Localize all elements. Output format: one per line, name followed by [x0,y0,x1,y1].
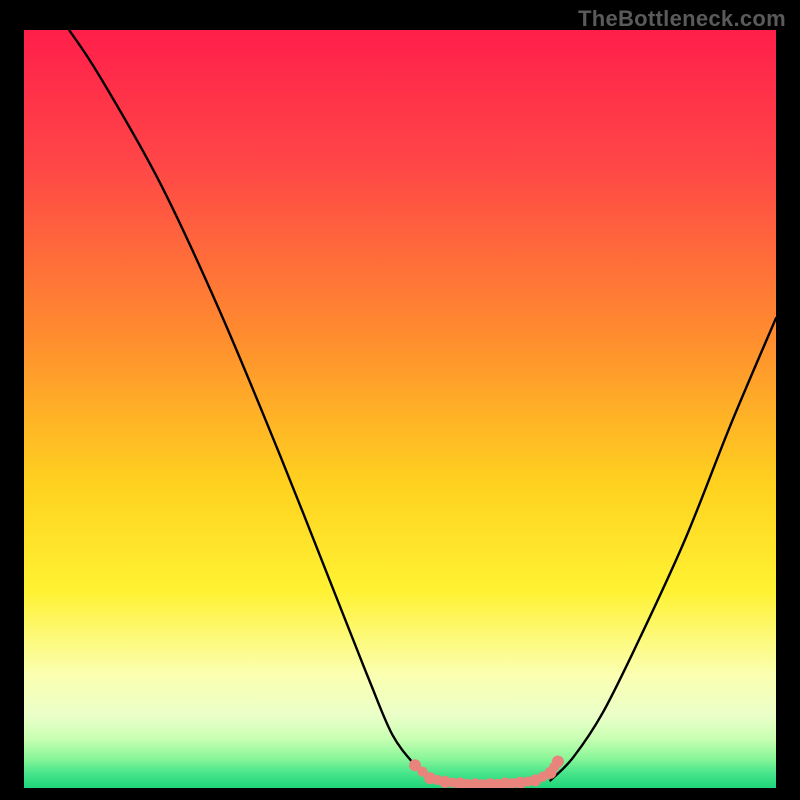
gradient-background [24,30,776,788]
watermark-label: TheBottleneck.com [578,6,786,32]
plot-area [24,30,776,788]
chart-stage: TheBottleneck.com [0,0,800,800]
highlight-dot [552,755,564,767]
plot-svg [24,30,776,788]
